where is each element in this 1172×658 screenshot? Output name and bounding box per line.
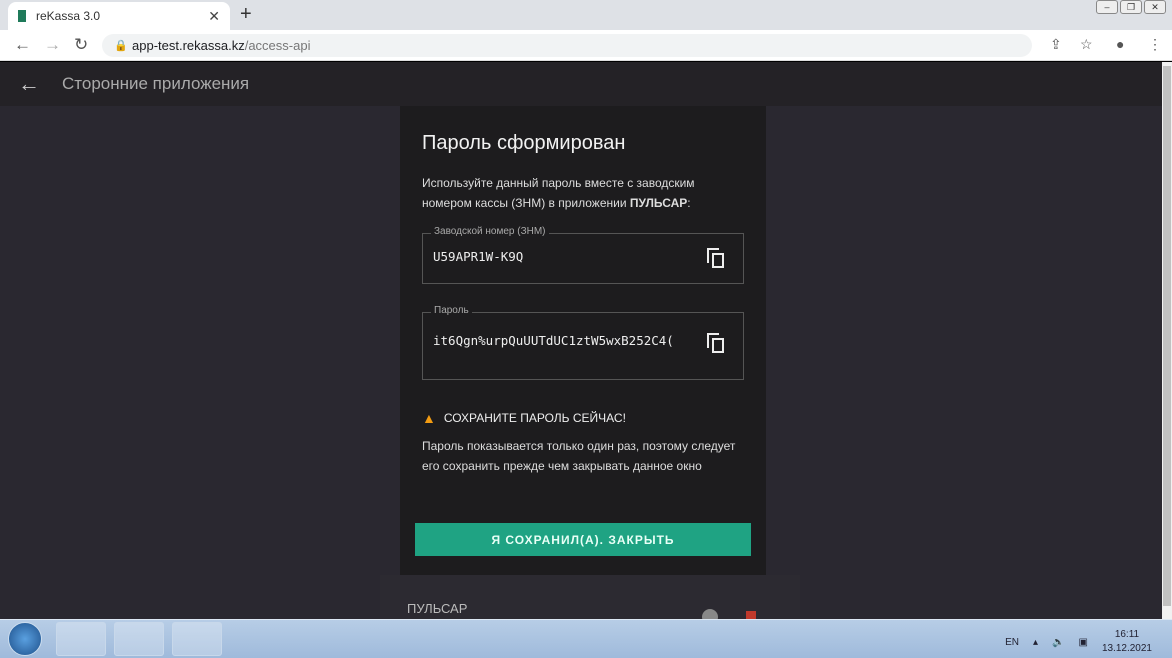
favicon-icon [18, 10, 26, 22]
network-icon[interactable]: ▣ [1078, 637, 1087, 648]
saved-close-button[interactable]: Я СОХРАНИЛ(А). ЗАКРЫТЬ [415, 523, 751, 556]
start-button[interactable] [8, 622, 42, 656]
page-title: Сторонние приложения [62, 74, 250, 93]
system-tray: EN ▴ 🔈 ▣ 16:11 13.12.2021 [1005, 628, 1152, 656]
restore-button[interactable]: ❐ [1120, 0, 1142, 14]
1c-taskbar-icon[interactable] [172, 622, 222, 656]
close-tab-icon[interactable]: ✕ [208, 8, 220, 25]
warning: ▲ СОХРАНИТЕ ПАРОЛЬ СЕЙЧАС! [422, 410, 744, 426]
clock-time: 16:11 [1114, 629, 1140, 640]
scrollbar[interactable] [1162, 62, 1172, 619]
forward-button[interactable]: → [44, 35, 61, 55]
intro-app-name: ПУЛЬСАР [629, 196, 688, 210]
back-button[interactable]: ← [14, 35, 31, 55]
browser-tab-strip: reKassa 3.0 ✕ + – ❐ ✕ [0, 0, 1172, 30]
warning-text: СОХРАНИТЕ ПАРОЛЬ СЕЙЧАС! [443, 411, 626, 425]
minimize-button[interactable]: – [1096, 0, 1118, 14]
url-path: /access-api [244, 38, 311, 53]
profile-icon[interactable]: ● [1116, 36, 1124, 52]
lock-icon: 🔒 [114, 40, 128, 52]
app-card-title: ПУЛЬСАР [407, 601, 468, 616]
serial-number-value: U59APR1W-K9Q [433, 249, 524, 264]
share-icon[interactable]: ⇪ [1050, 36, 1062, 53]
tray-expand-icon[interactable]: ▴ [1033, 637, 1038, 648]
explorer-taskbar-icon[interactable] [56, 622, 106, 656]
browser-tab[interactable]: reKassa 3.0 ✕ [8, 2, 230, 30]
copy-icon[interactable] [707, 248, 725, 270]
address-bar-row: ← → ↻ 🔒 app-test.rekassa.kz/access-api ⇪ … [0, 30, 1172, 61]
password-label: Пароль [431, 305, 472, 316]
intro-end: : [687, 196, 691, 210]
reload-button[interactable]: ↻ [74, 35, 88, 55]
dialog-title: Пароль сформирован [422, 132, 626, 154]
clock-date: 13.12.2021 [1101, 643, 1152, 654]
dialog-intro: Используйте данный пароль вместе с завод… [422, 173, 744, 213]
url-input[interactable]: 🔒 app-test.rekassa.kz/access-api [102, 34, 1032, 57]
taskbar: EN ▴ 🔈 ▣ 16:11 13.12.2021 [0, 619, 1172, 658]
close-window-button[interactable]: ✕ [1144, 0, 1166, 14]
app-header: ← Сторонние приложения [0, 62, 1162, 106]
menu-icon[interactable]: ⋮ [1148, 36, 1162, 53]
tab-title: reKassa 3.0 [36, 9, 101, 23]
url-host: app-test.rekassa.kz [132, 38, 245, 53]
language-indicator[interactable]: EN [1005, 637, 1019, 648]
serial-number-label: Заводской номер (ЗНМ) [431, 226, 549, 237]
back-arrow-icon[interactable]: ← [18, 71, 40, 97]
password-value: it6Qgn%urpQuUUTdUC1ztW5wxB252C4( [433, 333, 674, 348]
serial-number-field[interactable]: Заводской номер (ЗНМ) U59APR1W-K9Q [422, 226, 744, 284]
volume-icon[interactable]: 🔈 [1052, 637, 1064, 648]
warning-note: Пароль показывается только один раз, поэ… [422, 439, 736, 473]
chrome-taskbar-icon[interactable] [114, 622, 164, 656]
copy-icon[interactable] [707, 333, 725, 355]
new-tab-button[interactable]: + [240, 3, 252, 26]
password-field[interactable]: Пароль it6Qgn%urpQuUUTdUC1ztW5wxB252C4( [422, 305, 744, 380]
warning-icon: ▲ [422, 410, 436, 426]
app-card-pulsar: ПУЛЬСАР [380, 575, 800, 625]
password-dialog: Пароль сформирован Используйте данный па… [400, 106, 766, 575]
bookmark-star-icon[interactable]: ☆ [1080, 36, 1093, 53]
clock[interactable]: 16:11 13.12.2021 [1102, 628, 1152, 656]
